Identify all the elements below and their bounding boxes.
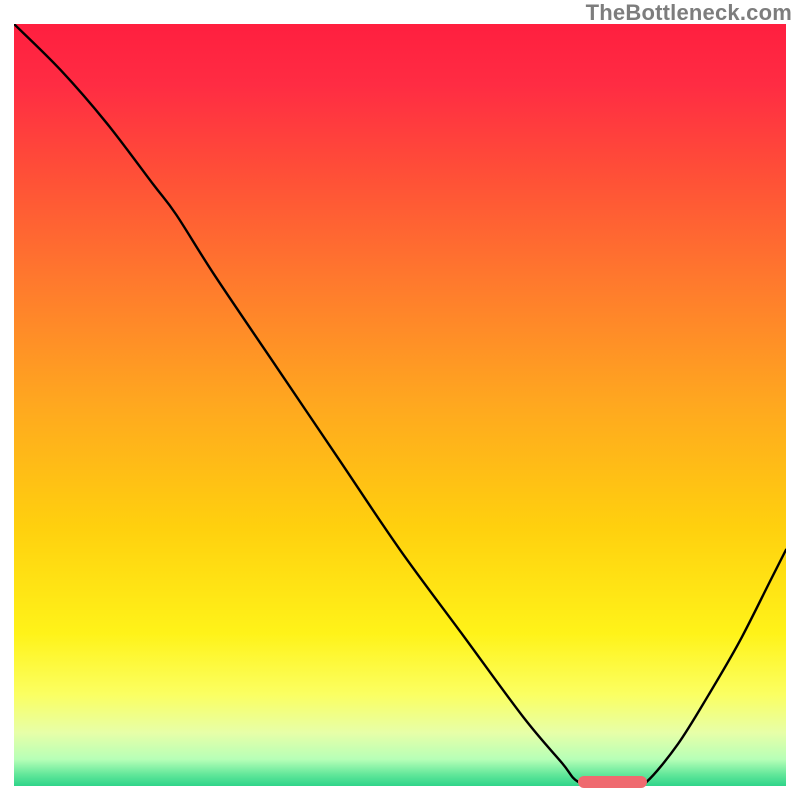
minimum-marker xyxy=(578,776,648,788)
curve-layer xyxy=(14,24,786,786)
bottleneck-curve xyxy=(14,24,786,786)
watermark-text: TheBottleneck.com xyxy=(586,0,792,26)
plot-area xyxy=(14,24,786,786)
chart-stage: TheBottleneck.com xyxy=(0,0,800,800)
